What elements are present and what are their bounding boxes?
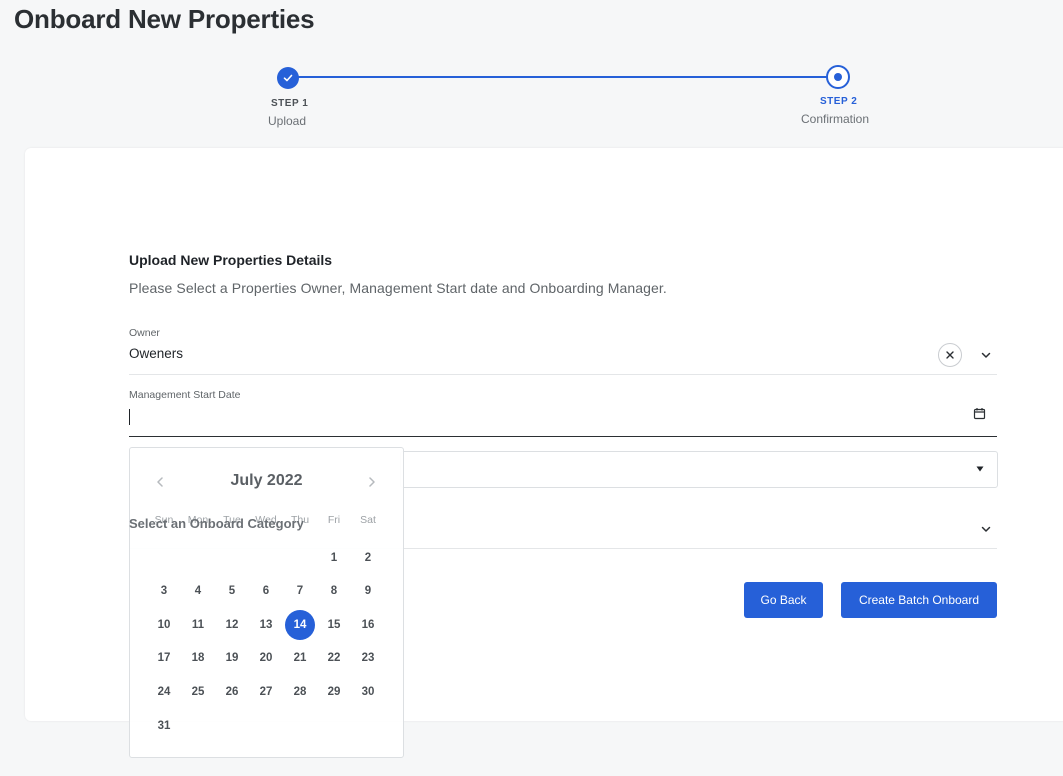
calendar-day[interactable]: 3 (149, 576, 179, 606)
calendar-day[interactable]: 24 (149, 677, 179, 707)
stepper-progress-line (288, 76, 838, 78)
start-date-input[interactable] (129, 409, 959, 427)
calendar-day[interactable]: 9 (353, 576, 383, 606)
calendar-day-selected[interactable]: 14 (285, 610, 315, 640)
step-1-complete-indicator (277, 67, 299, 89)
start-date-label: Management Start Date (129, 389, 241, 401)
calendar-day[interactable]: 13 (251, 610, 281, 640)
calendar-day[interactable]: 28 (285, 677, 315, 707)
calendar-day[interactable]: 17 (149, 643, 179, 673)
calendar-day[interactable]: 23 (353, 643, 383, 673)
calendar-day[interactable]: 19 (217, 643, 247, 673)
calendar-day[interactable]: 5 (217, 576, 247, 606)
calendar-day[interactable]: 29 (319, 677, 349, 707)
manager-dropdown-button[interactable] (974, 463, 986, 475)
step-2-current-indicator (826, 65, 850, 89)
calendar-day[interactable]: 15 (319, 610, 349, 640)
date-picker-popup: July 2022 Sun Mon Tue Wed Thu Fri Sat 1 2 3 4 5 6 7 8 9… (129, 447, 404, 758)
weekday-label: Sat (360, 514, 376, 526)
calendar-day[interactable]: 11 (183, 610, 213, 640)
calendar-day[interactable]: 4 (183, 576, 213, 606)
calendar-day[interactable]: 6 (251, 576, 281, 606)
date-picker-button[interactable] (971, 405, 987, 421)
chevron-down-icon (981, 352, 991, 358)
step-1-number: STEP 1 (271, 98, 309, 109)
category-label: Select an Onboard Category (129, 516, 304, 531)
owner-label: Owner (129, 327, 160, 339)
calendar-day[interactable]: 2 (353, 543, 383, 573)
calendar-day[interactable]: 8 (319, 576, 349, 606)
calendar-day[interactable]: 22 (319, 643, 349, 673)
calendar-day[interactable]: 26 (217, 677, 247, 707)
calendar-day[interactable]: 18 (183, 643, 213, 673)
calendar-day[interactable]: 7 (285, 576, 315, 606)
page-title: Onboard New Properties (14, 4, 315, 34)
category-dropdown-button[interactable] (978, 521, 994, 537)
owner-clear-button[interactable] (938, 343, 962, 367)
calendar-day[interactable]: 1 (319, 543, 349, 573)
calendar-day[interactable]: 12 (217, 610, 247, 640)
calendar-icon (973, 407, 985, 419)
calendar-day[interactable]: 30 (353, 677, 383, 707)
calendar-day[interactable]: 31 (149, 711, 179, 741)
step-2-name: Confirmation (801, 112, 870, 126)
manager-select[interactable] (400, 451, 998, 488)
form-subtitle: Please Select a Properties Owner, Manage… (129, 280, 667, 296)
step-2-number: STEP 2 (820, 96, 858, 107)
check-icon (283, 74, 293, 82)
owner-dropdown-button[interactable] (978, 347, 994, 363)
text-cursor (129, 409, 130, 425)
weekday-label: Fri (327, 514, 341, 526)
owner-underline (129, 374, 997, 375)
calendar-day[interactable]: 27 (251, 677, 281, 707)
create-batch-onboard-button[interactable]: Create Batch Onboard (841, 582, 997, 618)
next-month-button[interactable] (362, 472, 382, 492)
calendar-day[interactable]: 10 (149, 610, 179, 640)
go-back-button[interactable]: Go Back (744, 582, 823, 618)
form-title: Upload New Properties Details (129, 252, 333, 268)
close-icon (946, 351, 954, 359)
chevron-down-icon (981, 526, 991, 532)
calendar-day[interactable]: 16 (353, 610, 383, 640)
calendar-day[interactable]: 21 (285, 643, 315, 673)
step-1-name: Upload (268, 114, 307, 128)
start-date-underline (129, 436, 997, 437)
owner-select[interactable]: Oweners (129, 346, 183, 361)
calendar-day[interactable]: 20 (251, 643, 281, 673)
caret-down-icon (976, 466, 984, 472)
calendar-day[interactable]: 25 (183, 677, 213, 707)
chevron-right-icon (369, 477, 375, 487)
